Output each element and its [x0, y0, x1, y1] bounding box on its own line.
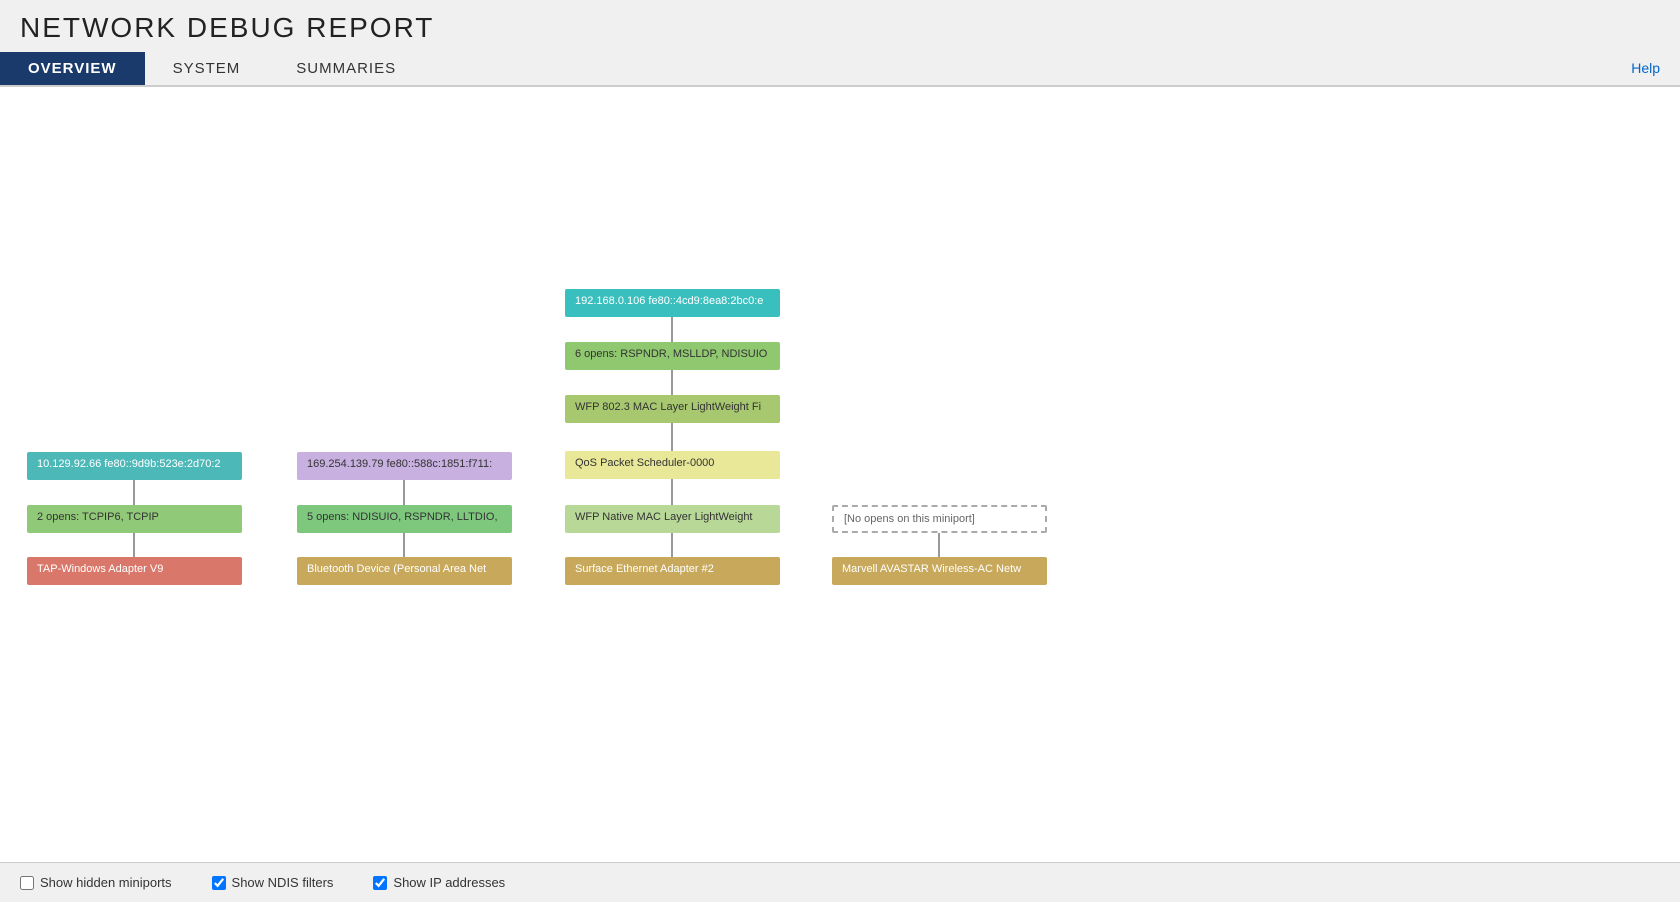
show-hidden-label: Show hidden miniports: [40, 875, 172, 890]
connector-lines: [20, 117, 1660, 697]
show-ip-checkbox[interactable]: [373, 876, 387, 890]
show-hidden-checkbox[interactable]: [20, 876, 34, 890]
show-hidden-checkbox-label[interactable]: Show hidden miniports: [20, 875, 172, 890]
network-diagram: 10.129.92.66 fe80::9d9b:523e:2d70:2 2 op…: [20, 117, 1660, 697]
help-link[interactable]: Help: [1631, 60, 1660, 76]
footer-bar: Show hidden miniports Show NDIS filters …: [0, 862, 1680, 902]
main-content: 10.129.92.66 fe80::9d9b:523e:2d70:2 2 op…: [0, 87, 1680, 862]
marvell-adapter-node[interactable]: Marvell AVASTAR Wireless-AC Netw: [832, 557, 1047, 585]
eth-wfp2-node[interactable]: WFP Native MAC Layer LightWeight: [565, 505, 780, 533]
bt-adapter-node[interactable]: Bluetooth Device (Personal Area Net: [297, 557, 512, 585]
eth-wfp-node[interactable]: WFP 802.3 MAC Layer LightWeight Fi: [565, 395, 780, 423]
tap-adapter-node[interactable]: TAP-Windows Adapter V9: [27, 557, 242, 585]
show-ndis-label: Show NDIS filters: [232, 875, 334, 890]
show-ndis-checkbox[interactable]: [212, 876, 226, 890]
app-title: Network Debug Report: [20, 12, 1660, 44]
tap-opens-node[interactable]: 2 opens: TCPIP6, TCPIP: [27, 505, 242, 533]
nav-item-overview[interactable]: Overview: [0, 52, 145, 85]
app-header: Network Debug Report: [0, 0, 1680, 52]
eth-opens-node[interactable]: 6 opens: RSPNDR, MSLLDP, NDISUIO: [565, 342, 780, 370]
tap-ip-node[interactable]: 10.129.92.66 fe80::9d9b:523e:2d70:2: [27, 452, 242, 480]
eth-qos-node[interactable]: QoS Packet Scheduler-0000: [565, 451, 780, 479]
nav-item-summaries[interactable]: Summaries: [268, 52, 424, 85]
show-ip-checkbox-label[interactable]: Show IP addresses: [373, 875, 505, 890]
bt-opens-node[interactable]: 5 opens: NDISUIO, RSPNDR, LLTDIO,: [297, 505, 512, 533]
nav-item-system[interactable]: System: [145, 52, 269, 85]
marvell-no-opens-node[interactable]: [No opens on this miniport]: [832, 505, 1047, 533]
eth-adapter-node[interactable]: Surface Ethernet Adapter #2: [565, 557, 780, 585]
eth-ip-node[interactable]: 192.168.0.106 fe80::4cd9:8ea8:2bc0:e: [565, 289, 780, 317]
show-ndis-checkbox-label[interactable]: Show NDIS filters: [212, 875, 334, 890]
nav-bar: Overview System Summaries Help: [0, 52, 1680, 87]
show-ip-label: Show IP addresses: [393, 875, 505, 890]
bt-ip-node[interactable]: 169.254.139.79 fe80::588c:1851:f711:: [297, 452, 512, 480]
